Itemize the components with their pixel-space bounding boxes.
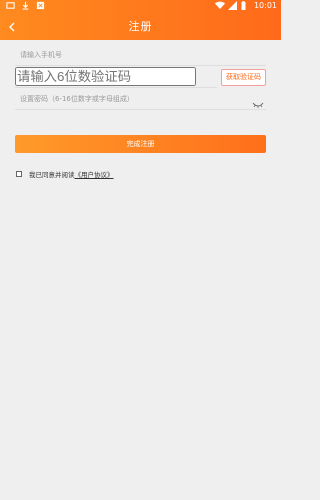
box-icon — [36, 1, 45, 10]
wifi-icon — [214, 1, 225, 10]
battery-icon — [241, 1, 250, 10]
navigation-bar: 注册 — [0, 12, 281, 40]
code-input[interactable] — [15, 67, 196, 86]
get-code-button[interactable]: 获取验证码 — [221, 68, 266, 86]
code-row: 获取验证码 — [15, 66, 266, 88]
app-header: 10:01 注册 — [0, 0, 281, 40]
eye-closed-icon[interactable] — [252, 94, 264, 108]
signal-icon — [227, 1, 237, 10]
status-bar: 10:01 — [0, 0, 281, 12]
status-time: 10:01 — [253, 1, 277, 10]
register-form: 获取验证码 — [15, 44, 266, 110]
agree-checkbox[interactable] — [16, 171, 22, 177]
complete-register-button[interactable]: 完成注册 — [15, 135, 266, 153]
download-icon — [21, 1, 30, 10]
phone-field — [15, 44, 266, 66]
password-field — [15, 88, 266, 110]
agreement-prefix: 我已同意并阅读 — [29, 171, 75, 179]
code-field — [15, 66, 217, 88]
agreement-row: 我已同意并阅读 《用户协议》 — [16, 169, 114, 179]
user-agreement-link[interactable]: 《用户协议》 — [75, 169, 114, 179]
android-notification-icon — [6, 1, 15, 10]
page-title: 注册 — [128, 20, 153, 33]
password-input[interactable] — [15, 94, 266, 103]
phone-input[interactable] — [15, 50, 266, 59]
